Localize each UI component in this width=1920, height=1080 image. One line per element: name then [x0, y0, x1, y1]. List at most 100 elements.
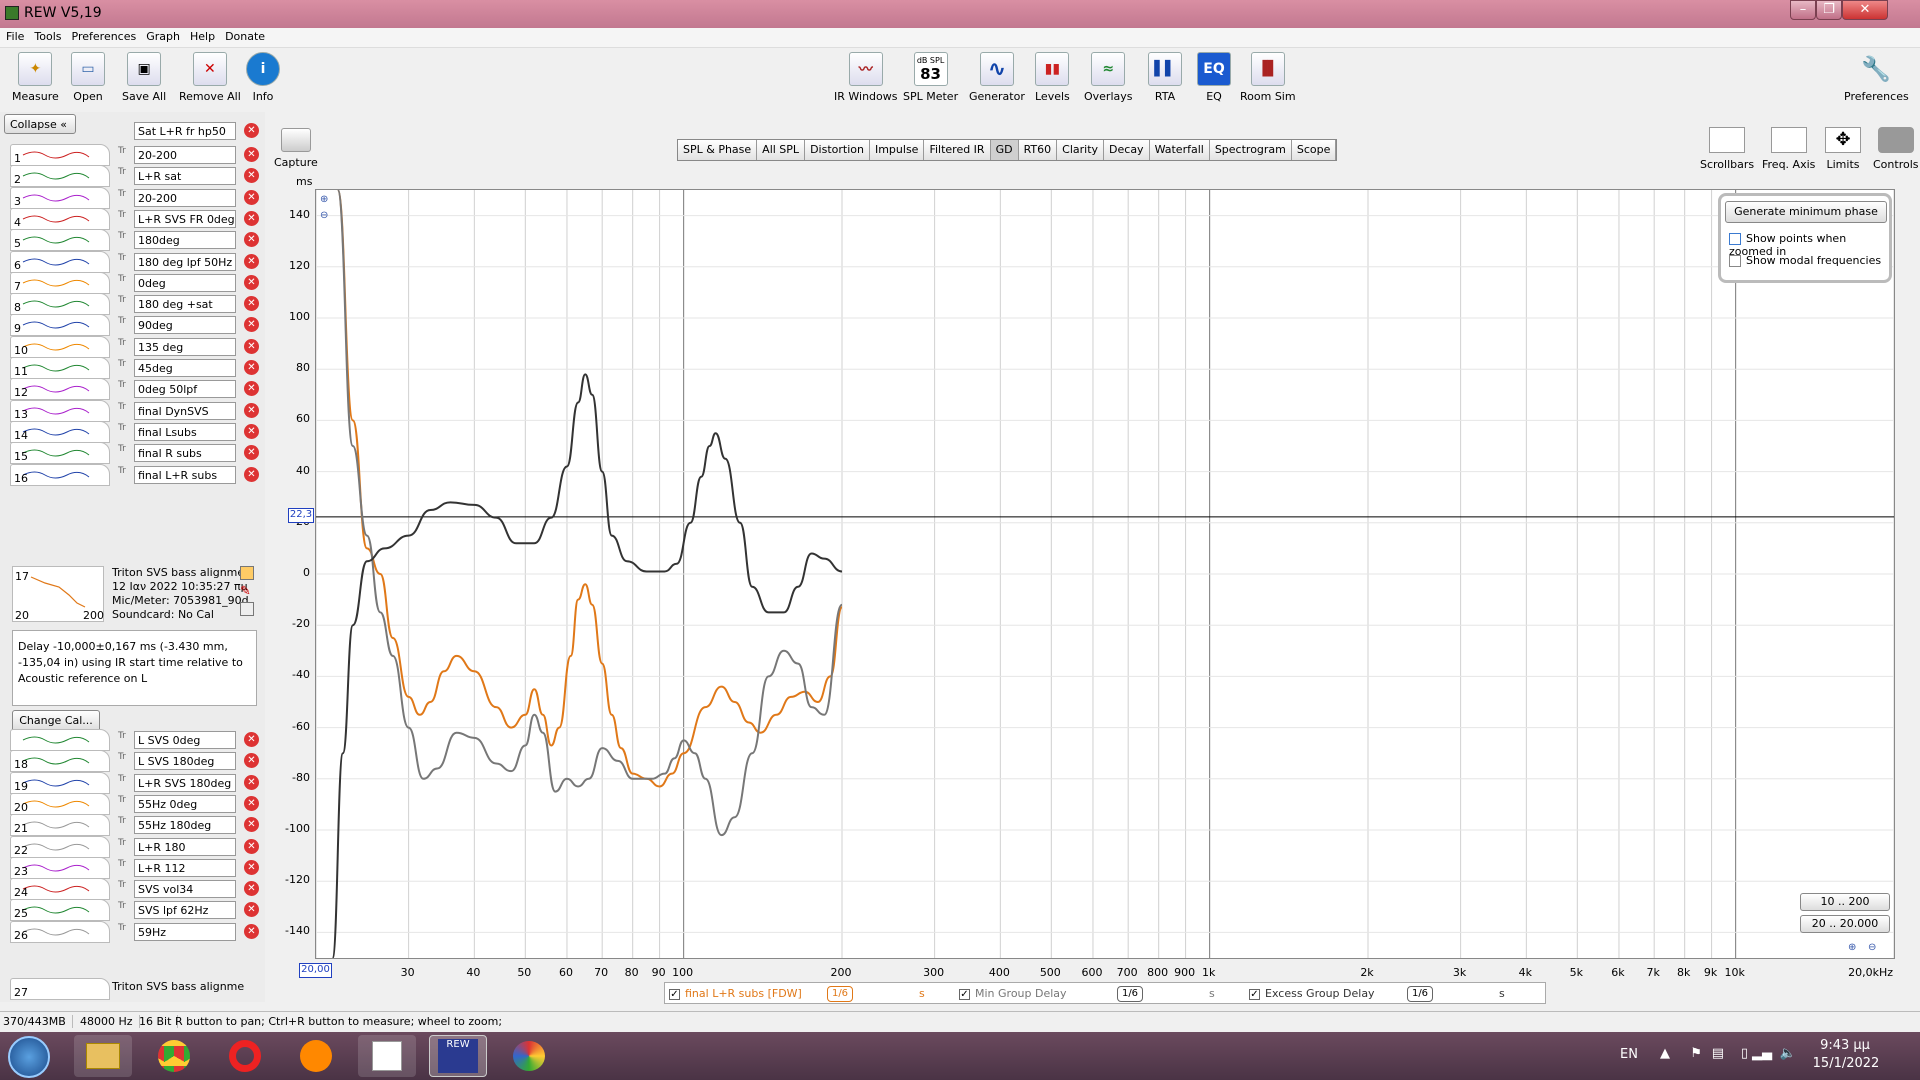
measurement-name-field[interactable]: final DynSVS [134, 401, 236, 420]
delete-icon[interactable]: ✕ [244, 753, 259, 769]
smoothing-selector[interactable]: 1/6 [1407, 986, 1433, 1002]
delete-icon[interactable]: ✕ [244, 168, 259, 184]
tab-clarity[interactable]: Clarity [1057, 140, 1105, 160]
delete-icon[interactable]: ✕ [244, 210, 259, 226]
delete-icon[interactable]: ✕ [244, 817, 259, 833]
rew-icon[interactable]: REW [429, 1035, 487, 1077]
remove-all-button[interactable]: ✕ Remove All [179, 52, 241, 103]
measurement-name-field[interactable]: 59Hz [134, 922, 236, 941]
delete-icon[interactable]: ✕ [244, 838, 259, 854]
tab-rt60[interactable]: RT60 [1018, 140, 1058, 160]
rta-button[interactable]: ▌▌ RTA [1148, 52, 1182, 103]
legend-checkbox[interactable]: ✓ [1249, 988, 1260, 1000]
delete-icon[interactable]: ✕ [244, 360, 259, 375]
generate-minimum-phase-button[interactable]: Generate minimum phase [1725, 201, 1887, 223]
minimize-button[interactable]: – [1790, 0, 1816, 20]
tab-decay[interactable]: Decay [1104, 140, 1150, 160]
measurement-name-field[interactable]: final Lsubs [134, 422, 236, 441]
legend-checkbox[interactable]: ✓ [959, 988, 970, 1000]
menu-graph[interactable]: Graph [140, 28, 184, 43]
zoom-out-icon[interactable]: ⊖ [320, 210, 328, 221]
measurement-row-top[interactable]: Sat L+R fr hp50 ✕ [6, 120, 260, 144]
edit-notes-icon[interactable] [240, 566, 254, 580]
spl-meter-button[interactable]: dB SPL 83 SPL Meter [903, 52, 958, 103]
start-button[interactable] [8, 1036, 50, 1078]
delete-icon[interactable]: ✕ [244, 274, 259, 290]
measurement-name-field[interactable]: L SVS 0deg [134, 731, 236, 749]
limits-button[interactable]: ✥ Limits [1825, 127, 1861, 171]
measure-button[interactable]: ✦ Measure [12, 52, 59, 103]
measurement-name-field[interactable]: 55Hz 180deg [134, 816, 236, 835]
show-modal-checkbox[interactable]: Show modal frequencies [1729, 254, 1881, 267]
preferences-button[interactable]: 🔧 Preferences [1844, 52, 1909, 103]
measurement-name-field[interactable]: 0deg 50lpf [134, 380, 236, 399]
measurement-name-field[interactable]: 135 deg [134, 337, 236, 356]
tab-distortion[interactable]: Distortion [805, 140, 870, 160]
delete-icon[interactable]: ✕ [244, 423, 259, 439]
measurement-name-field[interactable]: final R subs [134, 444, 236, 463]
measurement-name-field[interactable]: 90deg [134, 316, 236, 335]
ir-windows-button[interactable]: 〰 IR Windows [834, 52, 898, 103]
range-20-20000-button[interactable]: 20 .. 20.000 [1800, 915, 1890, 933]
measurement-row-27[interactable]: 27 Triton SVS bass alignme [6, 978, 260, 1002]
close-button[interactable]: ✕ [1842, 0, 1888, 20]
clock-time[interactable]: 9:43 μμ [1814, 1038, 1876, 1053]
pen-icon[interactable]: ✎ [240, 584, 251, 599]
delete-icon[interactable]: ✕ [244, 923, 259, 939]
delete-icon[interactable]: ✕ [244, 338, 259, 354]
battery-icon[interactable]: ▯ [1741, 1046, 1748, 1061]
calibration-icon[interactable] [240, 602, 254, 616]
measurement-name-field[interactable]: L+R 112 [134, 858, 236, 877]
delete-icon[interactable]: ✕ [244, 774, 259, 790]
delete-icon[interactable]: ✕ [244, 147, 259, 162]
measurement-name-field[interactable]: L SVS 180deg [134, 752, 236, 771]
tray-arrow-icon[interactable]: ▲ [1660, 1046, 1670, 1061]
smoothing-selector[interactable]: 1/6 [827, 986, 853, 1002]
controls-button[interactable]: Controls [1873, 127, 1919, 171]
measurement-name-field[interactable]: 180deg [134, 231, 236, 250]
graph-canvas[interactable] [315, 189, 1895, 959]
notepad-icon[interactable] [358, 1035, 416, 1077]
delete-icon[interactable]: ✕ [244, 859, 259, 875]
explorer-icon[interactable] [74, 1035, 132, 1077]
legend-item-final-lr-subs[interactable]: ✓ final L+R subs [FDW] 1/6 s [669, 986, 925, 1002]
eq-button[interactable]: EQ EQ [1197, 52, 1231, 103]
measurement-name-field[interactable]: 180 deg +sat [134, 295, 236, 314]
measurement-name-field[interactable]: L+R 180 [134, 837, 236, 856]
menu-donate[interactable]: Donate [219, 28, 269, 43]
overlays-button[interactable]: ≈ Overlays [1084, 52, 1133, 103]
tab-impulse[interactable]: Impulse [869, 140, 925, 160]
measurement-name-field[interactable]: 20-200 [134, 146, 236, 164]
delete-icon[interactable]: ✕ [244, 466, 259, 482]
measurement-name-field[interactable]: L+R sat [134, 167, 236, 186]
freq-axis-button[interactable]: Freq. Axis [1762, 127, 1815, 171]
delete-icon[interactable]: ✕ [244, 402, 259, 418]
measurement-name-field[interactable]: 180 deg lpf 50Hz [134, 252, 236, 271]
menu-file[interactable]: File [0, 28, 28, 43]
tab-spectrogram[interactable]: Spectrogram [1209, 140, 1292, 160]
tab-all-spl[interactable]: All SPL [757, 140, 806, 160]
delete-icon[interactable]: ✕ [244, 381, 259, 397]
clock-date[interactable]: 15/1/2022 [1808, 1056, 1884, 1071]
measurement-row[interactable]: 16 Tr final L+R subs ✕ [6, 463, 260, 488]
measurement-name-field[interactable]: 20-200 [134, 188, 236, 207]
measurement-name-field[interactable]: SVS vol34 [134, 880, 236, 899]
language-indicator[interactable]: EN [1620, 1047, 1638, 1062]
delete-icon[interactable]: ✕ [244, 902, 259, 918]
volume-icon[interactable]: 🔈 [1780, 1046, 1796, 1061]
tab-waterfall[interactable]: Waterfall [1149, 140, 1210, 160]
levels-button[interactable]: ▮▮ Levels [1035, 52, 1070, 103]
measurement-name-field[interactable]: L+R SVS 180deg [134, 773, 236, 792]
delete-icon[interactable]: ✕ [244, 253, 259, 269]
delete-icon[interactable]: ✕ [244, 296, 259, 312]
open-button[interactable]: ▭ Open [71, 52, 105, 103]
delete-icon[interactable]: ✕ [244, 189, 259, 205]
opera-icon[interactable] [216, 1035, 274, 1077]
tab-gd[interactable]: GD [990, 140, 1019, 160]
measurement-name-field[interactable]: 55Hz 0deg [134, 794, 236, 813]
measurement-name-field[interactable]: final L+R subs [134, 465, 236, 484]
measurement-name-field[interactable]: Sat L+R fr hp50 [134, 122, 236, 140]
zoom-in-x-icon[interactable]: ⊕ [1848, 942, 1856, 953]
range-10-200-button[interactable]: 10 .. 200 [1800, 893, 1890, 911]
delete-icon[interactable]: ✕ [244, 881, 259, 897]
